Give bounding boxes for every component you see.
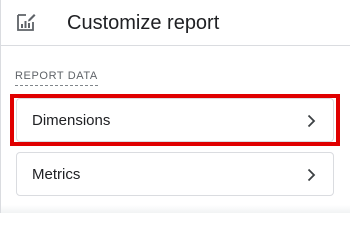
- dimensions-label: Dimensions: [32, 112, 111, 129]
- chevron-right-icon: [302, 112, 320, 130]
- bottom-divider: [1, 205, 350, 213]
- customize-report-panel: Customize report REPORT DATA Dimensions …: [0, 0, 350, 213]
- metrics-item[interactable]: Metrics: [16, 152, 334, 196]
- metrics-label: Metrics: [32, 166, 81, 183]
- section-label-report-data: REPORT DATA: [15, 70, 98, 86]
- dimensions-item[interactable]: Dimensions: [16, 98, 334, 142]
- report-chart-edit-icon: [14, 10, 38, 34]
- chevron-right-icon: [302, 166, 320, 184]
- panel-header: Customize report: [1, 0, 350, 46]
- panel-title: Customize report: [67, 12, 220, 34]
